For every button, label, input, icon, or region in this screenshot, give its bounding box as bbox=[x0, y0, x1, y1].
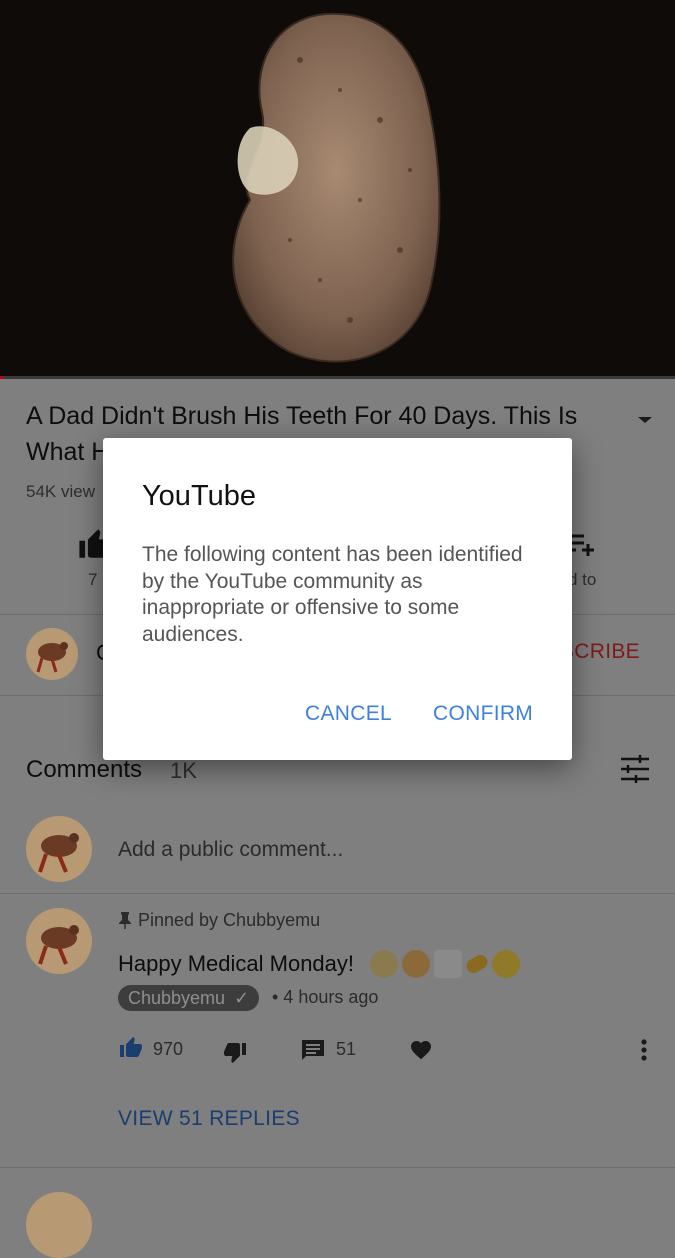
divider bbox=[0, 893, 675, 894]
comment-text: Happy Medical Monday! bbox=[118, 951, 355, 976]
pin-icon bbox=[118, 911, 132, 929]
female-health-worker-emoji bbox=[402, 950, 430, 978]
author-name: Chubbyemu bbox=[128, 988, 226, 1008]
add-comment-input[interactable]: Add a public comment... bbox=[118, 838, 343, 862]
comment-dislike-icon[interactable] bbox=[222, 1040, 248, 1064]
comments-title: Comments bbox=[26, 756, 143, 783]
more-options-icon[interactable] bbox=[636, 1036, 652, 1064]
comment-author-avatar[interactable] bbox=[26, 908, 92, 974]
video-player[interactable] bbox=[0, 0, 675, 378]
view-replies-button[interactable]: VIEW 51 REPLIES bbox=[118, 1107, 300, 1131]
user-avatar[interactable] bbox=[26, 816, 92, 882]
video-progress-fill bbox=[0, 376, 4, 379]
content-warning-dialog: YouTube The following content has been i… bbox=[103, 438, 572, 760]
divider bbox=[0, 1167, 675, 1168]
dialog-message: The following content has been identifie… bbox=[142, 543, 523, 646]
reply-icon[interactable] bbox=[300, 1038, 326, 1062]
view-count: 54K view bbox=[26, 482, 95, 501]
pill-emoji bbox=[463, 952, 491, 976]
sort-icon[interactable] bbox=[618, 754, 652, 784]
cancel-button[interactable]: CANCEL bbox=[305, 702, 392, 726]
dialog-title: YouTube bbox=[142, 480, 256, 512]
comment-author-avatar[interactable] bbox=[26, 1192, 92, 1258]
male-health-worker-emoji bbox=[370, 950, 398, 978]
face-with-monocle-emoji bbox=[492, 950, 520, 978]
comment-emojis bbox=[370, 948, 520, 980]
chevron-down-icon[interactable] bbox=[630, 408, 660, 432]
comment-like-icon[interactable] bbox=[118, 1036, 144, 1060]
pinned-label: Pinned by Chubbyemu bbox=[138, 910, 321, 930]
comment-like-count: 970 bbox=[153, 1039, 184, 1059]
comment-time: • 4 hours ago bbox=[272, 987, 379, 1007]
subscribe-button[interactable]: SCRIBE bbox=[560, 640, 640, 664]
heart-icon[interactable] bbox=[408, 1038, 434, 1062]
comments-count: 1K bbox=[170, 758, 197, 783]
verified-check-icon: ✓ bbox=[234, 988, 250, 1008]
video-thumbnail-kidney bbox=[232, 12, 441, 363]
ambulance-emoji bbox=[434, 950, 462, 978]
like-count: 7 bbox=[88, 570, 98, 589]
reply-count: 51 bbox=[336, 1039, 357, 1059]
author-badge[interactable]: Chubbyemu ✓ bbox=[118, 985, 260, 1011]
add-to-label: d to bbox=[568, 570, 597, 589]
confirm-button[interactable]: CONFIRM bbox=[433, 702, 533, 726]
video-progress-track[interactable] bbox=[0, 376, 675, 379]
channel-avatar[interactable] bbox=[26, 628, 78, 680]
